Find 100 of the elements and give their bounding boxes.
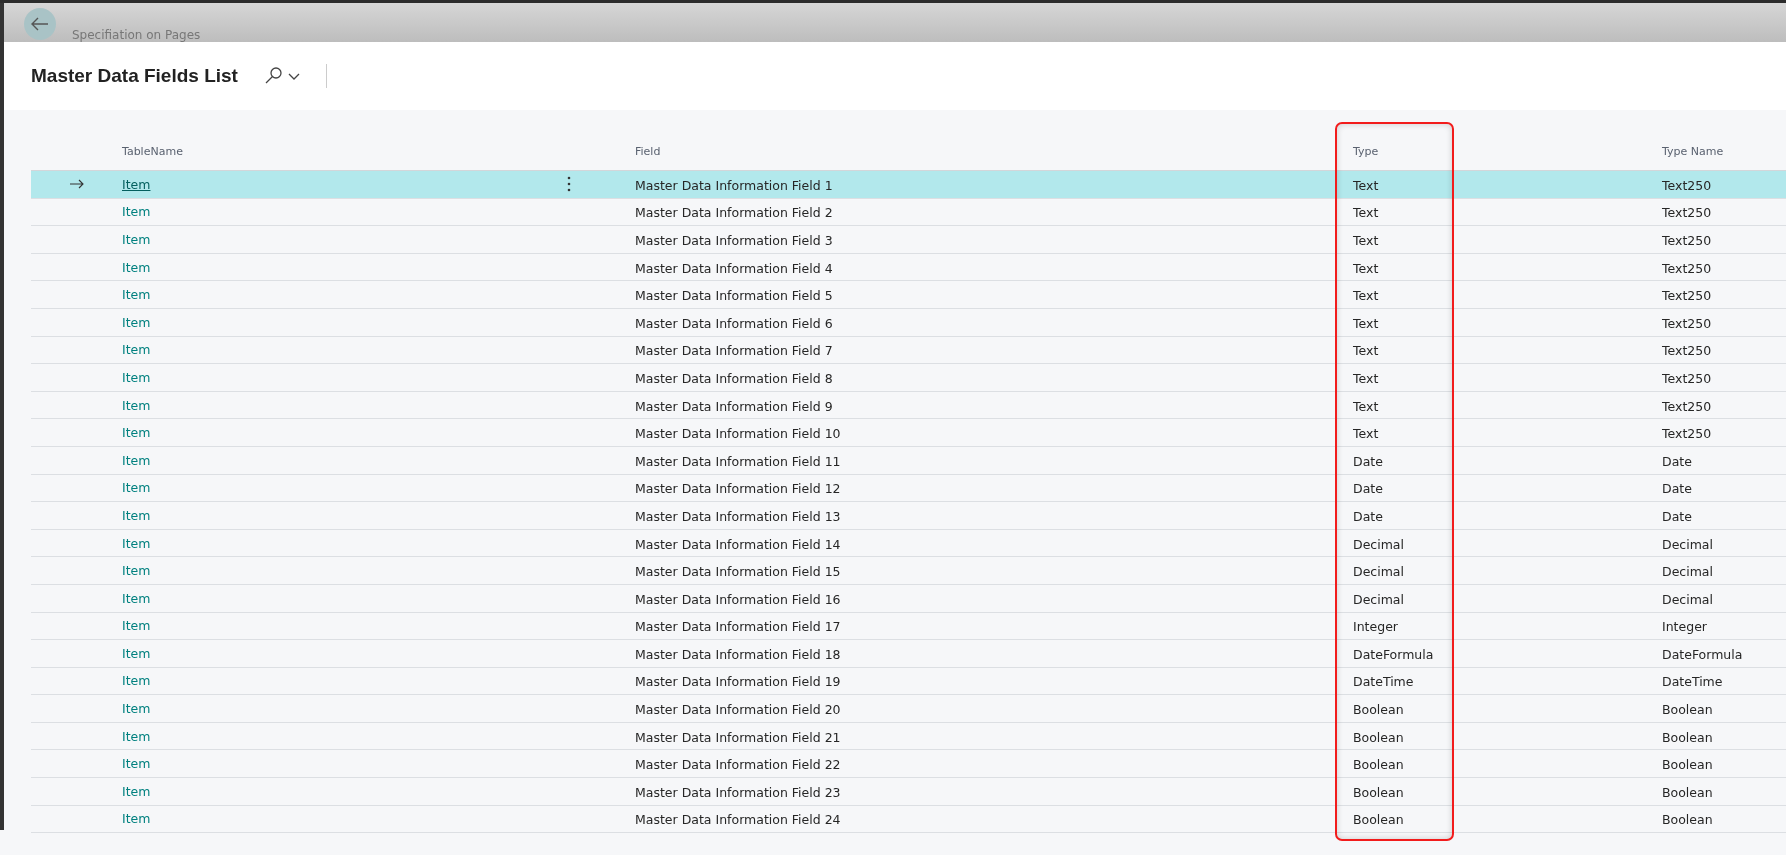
breadcrumb-title: Specifiation on Pages	[72, 28, 201, 42]
table-cell: Master Data Information Field 18	[635, 646, 841, 662]
table-link[interactable]: Item	[122, 783, 151, 799]
table-row[interactable]: Item Master Data Information Field 22 Boolean Boolean	[31, 750, 1786, 779]
table-cell: Date	[1662, 508, 1692, 524]
table-cell: Date	[1353, 508, 1383, 524]
table-link[interactable]: Item	[122, 452, 151, 468]
table-cell: Integer	[1662, 619, 1707, 635]
table-link[interactable]: Item	[122, 728, 151, 744]
column-header[interactable]: Type	[1353, 144, 1379, 158]
table-cell: Master Data Information Field 11	[635, 453, 841, 469]
column-header[interactable]: TableName	[122, 144, 183, 158]
more-options-icon[interactable]	[567, 176, 571, 193]
table-cell: Date	[1662, 453, 1692, 469]
table-cell: DateTime	[1662, 674, 1723, 690]
table-link[interactable]: Item	[122, 507, 151, 523]
table-cell: Boolean	[1353, 757, 1404, 773]
table-cell: Integer	[1353, 619, 1398, 635]
back-button[interactable]	[24, 8, 56, 40]
table-row[interactable]: Item Master Data Information Field 6 Text Text250	[31, 308, 1786, 337]
table-cell: Text	[1353, 205, 1379, 221]
table-link[interactable]: Item	[122, 756, 151, 772]
arrow-right-icon	[69, 179, 84, 190]
table-link[interactable]: Item	[122, 287, 151, 303]
table-cell: DateFormula	[1662, 646, 1743, 662]
table-link[interactable]: Item	[122, 701, 151, 717]
table-row[interactable]: Item Master Data Information Field 16 Decimal Decimal	[31, 584, 1786, 613]
table-row[interactable]: Item Master Data Information Field 11 Date Date	[31, 446, 1786, 475]
table-row[interactable]: Item Master Data Information Field 13 Date Date	[31, 502, 1786, 530]
table-cell: Text250	[1662, 288, 1712, 304]
table-link[interactable]: Item	[122, 618, 151, 634]
column-header[interactable]: Type Name	[1662, 144, 1724, 158]
table-cell: DateFormula	[1353, 646, 1434, 662]
table-row[interactable]: Item Master Data Information Field 15 Decimal Decimal	[31, 557, 1786, 585]
table-cell: Text250	[1662, 370, 1712, 386]
table-cell: Decimal	[1353, 536, 1404, 552]
table-link[interactable]: Item	[122, 369, 151, 385]
table-cell: Text	[1353, 315, 1379, 331]
table-cell: Text	[1353, 426, 1379, 442]
table-row[interactable]: Item Master Data Information Field 20 Boolean Boolean	[31, 695, 1786, 723]
table-link[interactable]: Item	[122, 590, 151, 606]
table-row[interactable]: Item Master Data Information Field 5 Text Text250	[31, 281, 1786, 309]
table-cell: Master Data Information Field 23	[635, 784, 841, 800]
table-link[interactable]: Item	[122, 259, 151, 275]
table-row[interactable]: Item Master Data Information Field 18 DateFormula DateFormula	[31, 640, 1786, 668]
table-link[interactable]: Item	[122, 232, 151, 247]
table-row[interactable]: Item Master Data Information Field 21 Boolean Boolean	[31, 722, 1786, 751]
table-link[interactable]: Item	[122, 204, 151, 220]
table-row[interactable]: Item Master Data Information Field 23 Boolean Boolean	[31, 778, 1786, 806]
table-cell: Master Data Information Field 10	[635, 426, 841, 442]
table-link[interactable]: Item	[122, 535, 151, 551]
table-cell: Master Data Information Field 2	[635, 205, 833, 221]
table-row[interactable]: Item Master Data Information Field 7 Text Text250	[31, 336, 1786, 365]
column-header[interactable]: Field	[635, 144, 661, 158]
table-link[interactable]: Item	[122, 811, 151, 827]
table-cell: Master Data Information Field 8	[635, 370, 833, 386]
table-row[interactable]: Item Master Data Information Field 12 Date Date	[31, 474, 1786, 503]
table-cell: Text	[1353, 288, 1379, 304]
table-row[interactable]: Item Master Data Information Field 14 Decimal Decimal	[31, 529, 1786, 558]
table-link[interactable]: Item	[122, 673, 151, 689]
table-cell: Master Data Information Field 21	[635, 729, 841, 745]
table-link[interactable]: Item	[122, 480, 151, 496]
table-cell: DateTime	[1353, 674, 1414, 690]
table-cell: Master Data Information Field 9	[635, 398, 833, 414]
table-link[interactable]: Item	[122, 563, 151, 579]
table-cell: Master Data Information Field 1	[635, 177, 833, 193]
table-cell: Master Data Information Field 6	[635, 315, 833, 331]
table-row[interactable]: Item Master Data Information Field 10 Text Text250	[31, 419, 1786, 447]
table-link[interactable]: Item	[122, 397, 151, 413]
table-cell: Text250	[1662, 205, 1712, 221]
table-link[interactable]: Item	[122, 425, 151, 441]
table-row[interactable]: Item Master Data Information Field 3 Text Text250	[31, 226, 1786, 254]
table-cell: Text250	[1662, 343, 1712, 359]
table-row[interactable]: Item Master Data Information Field 4 Text Text250	[31, 253, 1786, 282]
table-cell: Boolean	[1662, 812, 1713, 828]
table-cell: Master Data Information Field 20	[635, 702, 841, 718]
table-cell: Text250	[1662, 233, 1712, 248]
table-link[interactable]: Item	[122, 176, 151, 192]
table-row[interactable]: Item Master Data Information Field 17 Integer Integer	[31, 612, 1786, 641]
table-cell: Boolean	[1353, 812, 1404, 828]
table-cell: Text	[1353, 343, 1379, 359]
table-cell: Master Data Information Field 3	[635, 233, 833, 248]
table-link[interactable]: Item	[122, 645, 151, 661]
table-row[interactable]: Item Master Data Information Field 19 DateTime DateTime	[31, 667, 1786, 696]
back-arrow-icon	[31, 17, 49, 31]
table-link[interactable]: Item	[122, 342, 151, 358]
table-link[interactable]: Item	[122, 314, 151, 330]
table-row[interactable]: Item Master Data Information Field 1 Text Text250	[31, 171, 1786, 199]
table-row[interactable]: Item Master Data Information Field 8 Text Text250	[31, 364, 1786, 392]
table-cell: Text250	[1662, 177, 1712, 193]
table-row[interactable]: Item Master Data Information Field 24 Boolean Boolean	[31, 805, 1786, 834]
table-cell: Date	[1662, 481, 1692, 497]
table-cell: Text	[1353, 398, 1379, 414]
table-row[interactable]: Item Master Data Information Field 9 Text Text250	[31, 391, 1786, 420]
table-cell: Master Data Information Field 4	[635, 260, 833, 276]
table-cell: Boolean	[1353, 702, 1404, 718]
page-title: Master Data Fields List	[31, 65, 238, 87]
table-cell: Boolean	[1662, 757, 1713, 773]
table-cell: Date	[1353, 481, 1383, 497]
table-row[interactable]: Item Master Data Information Field 2 Text Text250	[31, 198, 1786, 227]
